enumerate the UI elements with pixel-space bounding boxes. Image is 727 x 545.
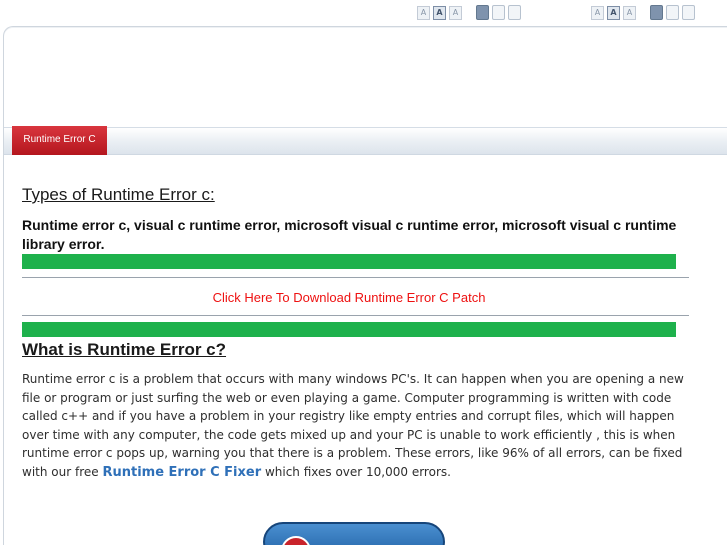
font-small-button[interactable]: A — [417, 5, 430, 20]
font-large-button[interactable]: A — [623, 5, 636, 20]
green-divider-bar — [22, 322, 676, 337]
horizontal-rule — [22, 315, 689, 316]
font-large-button[interactable]: A — [449, 5, 462, 20]
body-text-after: which fixes over 10,000 errors. — [261, 464, 451, 479]
font-medium-button[interactable]: A — [607, 5, 620, 20]
font-size-toolbar: A A A — [417, 5, 521, 20]
nav-tab-runtime-error-c[interactable]: Runtime Error C — [12, 126, 107, 155]
download-button[interactable] — [263, 522, 445, 545]
layout-narrow-icon[interactable] — [476, 5, 489, 20]
font-medium-button[interactable]: A — [433, 5, 446, 20]
font-size-toolbar-2: A A A — [591, 5, 695, 20]
what-is-body: Runtime error c is a problem that occurs… — [22, 370, 684, 482]
font-small-button[interactable]: A — [591, 5, 604, 20]
body-text-before: Runtime error c is a problem that occurs… — [22, 372, 684, 479]
types-heading: Types of Runtime Error c: — [22, 185, 215, 204]
layout-wide-icon[interactable] — [508, 5, 521, 20]
types-description: Runtime error c, visual c runtime error,… — [22, 217, 677, 252]
layout-narrow-icon[interactable] — [650, 5, 663, 20]
layout-wide-icon[interactable] — [682, 5, 695, 20]
layout-medium-icon[interactable] — [666, 5, 679, 20]
layout-medium-icon[interactable] — [492, 5, 505, 20]
runtime-error-fixer-link[interactable]: Runtime Error C Fixer — [102, 465, 261, 480]
what-is-heading: What is Runtime Error c? — [22, 340, 227, 359]
download-patch-link[interactable]: Click Here To Download Runtime Error C P… — [22, 290, 676, 305]
green-divider-bar — [22, 254, 676, 269]
horizontal-rule — [22, 277, 689, 278]
navigation-bar: Runtime Error C — [4, 126, 727, 155]
download-icon — [281, 536, 311, 545]
